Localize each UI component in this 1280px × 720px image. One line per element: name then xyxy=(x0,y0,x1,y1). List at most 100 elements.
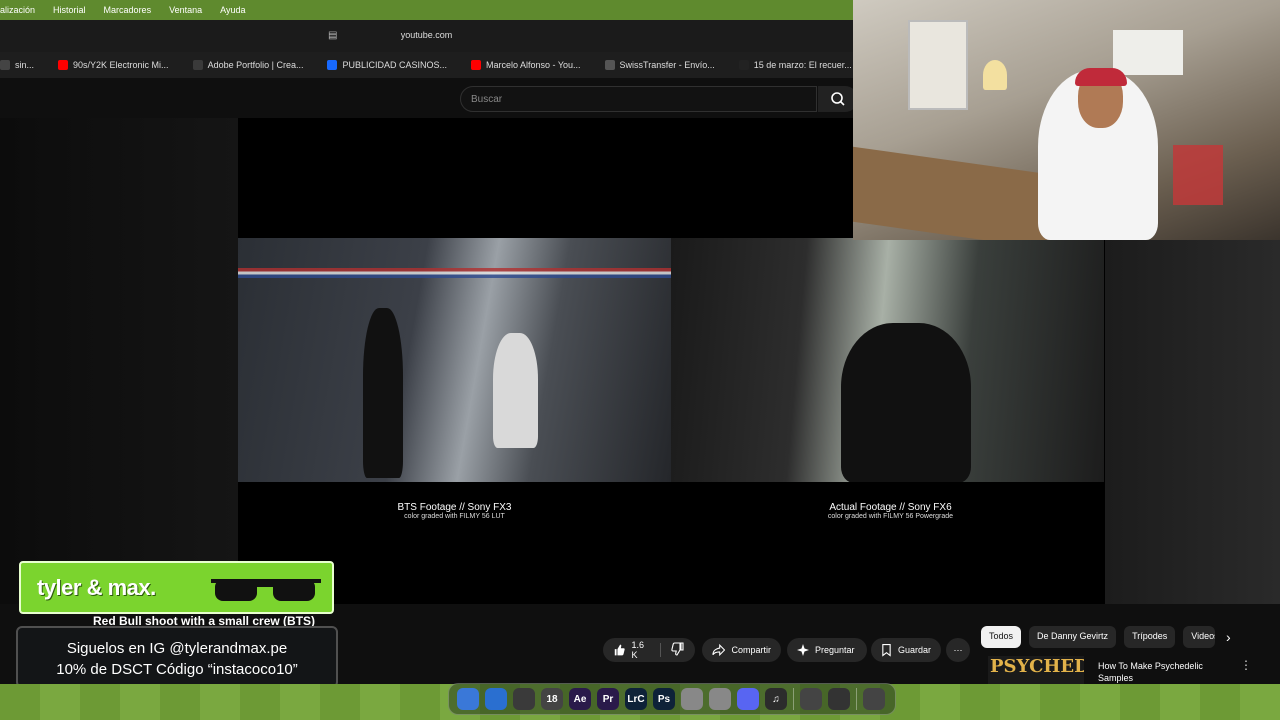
ask-button[interactable]: Preguntar xyxy=(787,638,867,662)
bookmark-label: Marcelo Alfonso - You... xyxy=(485,60,581,70)
caption-subtitle: color graded with FILMY 56 LUT xyxy=(404,513,505,520)
recommendation-title[interactable]: How To Make Psychedelic Samples xyxy=(1098,660,1218,684)
save-button[interactable]: Guardar xyxy=(871,638,941,662)
premiere-icon[interactable]: Pr xyxy=(597,688,619,710)
more-actions-button[interactable]: ⋯ xyxy=(946,638,970,662)
app-icon[interactable] xyxy=(681,688,703,710)
finder-icon[interactable] xyxy=(457,688,479,710)
related-filter-chips: Todos De Danny Gevirtz Trípodes Videos xyxy=(981,626,1216,648)
whiteboard xyxy=(1113,30,1183,75)
bts-footage-frame xyxy=(238,238,671,482)
bookmark-item[interactable]: 90s/Y2K Electronic Mi... xyxy=(58,60,169,70)
bookmark-label: SwissTransfer - Envío... xyxy=(619,60,715,70)
like-button[interactable]: 1.6 K xyxy=(613,640,650,660)
keynote-icon[interactable] xyxy=(709,688,731,710)
sponsor-brand: tyler & max. xyxy=(37,575,156,600)
room-window xyxy=(908,20,968,110)
menu-bar: alización Historial Marcadores Ventana A… xyxy=(0,0,853,20)
chip-videos[interactable]: Videos xyxy=(1183,626,1216,648)
dock: 18 Ae Pr LrC Ps ♫ xyxy=(448,683,896,715)
bookmark-label: Adobe Portfolio | Crea... xyxy=(207,60,304,70)
after-effects-icon[interactable]: Ae xyxy=(569,688,591,710)
ask-label: Preguntar xyxy=(815,645,855,655)
camera-operator xyxy=(363,308,403,478)
bookmark-label: 15 de marzo: El recuer... xyxy=(753,60,852,70)
more-icon: ⋯ xyxy=(953,644,963,655)
sparkle-icon xyxy=(797,644,809,656)
like-dislike-group: 1.6 K xyxy=(603,638,695,662)
menu-item-view[interactable]: alización xyxy=(0,5,35,15)
menu-item-window[interactable]: Ventana xyxy=(169,5,202,15)
dislike-button[interactable] xyxy=(671,642,685,658)
chip-all[interactable]: Todos xyxy=(981,626,1022,648)
video-letterbox xyxy=(1105,240,1280,604)
dock-divider xyxy=(856,688,857,710)
youtube-icon xyxy=(58,60,69,70)
bookmark-label: 90s/Y2K Electronic Mi... xyxy=(73,60,169,70)
bookmark-item[interactable]: PUBLICIDAD CASINOS... xyxy=(327,60,447,70)
webcam-overlay xyxy=(853,0,1280,240)
chip-tripods[interactable]: Trípodes xyxy=(1124,626,1176,648)
calendar-icon[interactable]: 18 xyxy=(541,688,563,710)
more-vertical-icon[interactable]: ⋮ xyxy=(1240,658,1252,672)
obs-icon[interactable] xyxy=(828,688,850,710)
bookmark-item[interactable]: Marcelo Alfonso - You... xyxy=(470,60,581,70)
bookmark-item[interactable]: 15 de marzo: El recuer... xyxy=(738,60,852,70)
screen-recorder-icon[interactable] xyxy=(800,688,822,710)
safari-icon[interactable] xyxy=(485,688,507,710)
promo-text-box: Siguelos en IG @tylerandmax.pe 10% de DS… xyxy=(16,626,338,688)
search-input[interactable]: Buscar xyxy=(460,86,817,112)
bookmark-icon xyxy=(882,643,891,657)
subject-figure xyxy=(493,333,538,448)
bookmark-item[interactable]: SwissTransfer - Envío... xyxy=(604,60,715,70)
video-letterbox xyxy=(0,118,238,604)
caption-title: Actual Footage // Sony FX6 xyxy=(829,502,952,513)
like-count: 1.6 K xyxy=(631,640,644,660)
promo-line-discount: 10% de DSCT Código “instacoco10” xyxy=(56,661,298,678)
photoshop-icon[interactable]: Ps xyxy=(653,688,675,710)
thumbs-up-icon xyxy=(614,644,625,656)
music-icon[interactable]: ♫ xyxy=(765,688,787,710)
caption-actual: Actual Footage // Sony FX6 color graded … xyxy=(674,502,1107,520)
sponsor-banner: tyler & max. xyxy=(19,561,334,614)
tiktok-icon xyxy=(738,60,749,70)
folder-icon xyxy=(0,60,10,70)
divider xyxy=(660,643,661,657)
notes-icon[interactable] xyxy=(513,688,535,710)
behance-icon xyxy=(327,60,338,70)
save-label: Guardar xyxy=(897,645,931,655)
dock-divider xyxy=(793,688,794,710)
browser-address-bar: ▤ youtube.com xyxy=(0,20,853,52)
menu-item-bookmarks[interactable]: Marcadores xyxy=(104,5,152,15)
subject-silhouette xyxy=(841,323,971,482)
caption-bts: BTS Footage // Sony FX3 color graded wit… xyxy=(238,502,671,520)
url-field[interactable]: youtube.com xyxy=(0,30,853,40)
promo-line-instagram: Siguelos en IG @tylerandmax.pe xyxy=(66,640,288,657)
share-label: Compartir xyxy=(731,645,771,655)
bookmark-item[interactable]: Adobe Portfolio | Crea... xyxy=(192,60,304,70)
discord-icon[interactable] xyxy=(737,688,759,710)
share-icon xyxy=(712,643,726,657)
chip-from-channel[interactable]: De Danny Gevirtz xyxy=(1029,626,1117,648)
caption-subtitle: color graded with FILMY 56 Powergrade xyxy=(827,513,954,520)
chair xyxy=(1173,145,1223,205)
bookmarks-bar: sin... 90s/Y2K Electronic Mi... Adobe Port… xyxy=(0,52,853,78)
recommendation-thumbnail[interactable]: PSYCHEDELIC xyxy=(988,656,1084,684)
search-icon xyxy=(831,92,845,106)
share-button[interactable]: Compartir xyxy=(702,638,781,662)
bookmark-item[interactable]: sin... xyxy=(0,60,34,70)
trash-icon[interactable] xyxy=(863,688,885,710)
menu-item-help[interactable]: Ayuda xyxy=(220,5,245,15)
wall-stripe xyxy=(238,268,671,278)
streamer-cap xyxy=(1075,68,1127,86)
chevron-right-icon[interactable]: › xyxy=(1226,629,1231,645)
lightroom-icon[interactable]: LrC xyxy=(625,688,647,710)
thumbs-down-icon xyxy=(671,642,684,656)
menu-item-history[interactable]: Historial xyxy=(53,5,86,15)
adobe-portfolio-icon xyxy=(192,60,203,70)
search-button[interactable] xyxy=(818,86,858,112)
youtube-icon xyxy=(470,60,481,70)
actual-footage-frame xyxy=(671,238,1104,482)
youtube-header: Buscar xyxy=(0,78,858,118)
bookmark-label: PUBLICIDAD CASINOS... xyxy=(342,60,447,70)
